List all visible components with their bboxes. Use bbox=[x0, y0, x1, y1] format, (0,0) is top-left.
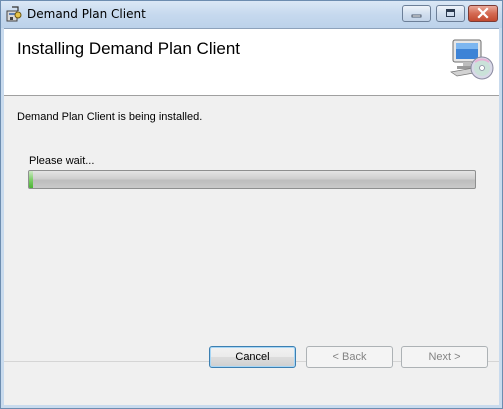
back-button[interactable]: < Back bbox=[306, 346, 393, 368]
maximize-button[interactable] bbox=[436, 5, 465, 22]
minimize-icon bbox=[411, 14, 422, 18]
please-wait-label: Please wait... bbox=[29, 155, 95, 167]
header-banner: Installing Demand Plan Client bbox=[4, 29, 499, 96]
cancel-button[interactable]: Cancel bbox=[209, 346, 296, 368]
page-title: Installing Demand Plan Client bbox=[17, 39, 241, 58]
title-bar[interactable]: Demand Plan Client bbox=[1, 1, 502, 28]
install-status-text: Demand Plan Client is being installed. bbox=[17, 111, 203, 123]
installer-window: Demand Plan Client Installing Demand Pla… bbox=[0, 0, 503, 409]
next-button[interactable]: Next > bbox=[401, 346, 488, 368]
minimize-button[interactable] bbox=[402, 5, 431, 22]
close-button[interactable] bbox=[468, 5, 498, 22]
install-progress-bar bbox=[28, 170, 476, 189]
maximize-icon bbox=[446, 9, 455, 17]
close-icon bbox=[477, 7, 489, 19]
computer-cd-icon bbox=[450, 39, 494, 80]
window-title: Demand Plan Client bbox=[27, 7, 146, 21]
installer-app-icon bbox=[6, 6, 22, 22]
progress-fill bbox=[29, 171, 34, 188]
